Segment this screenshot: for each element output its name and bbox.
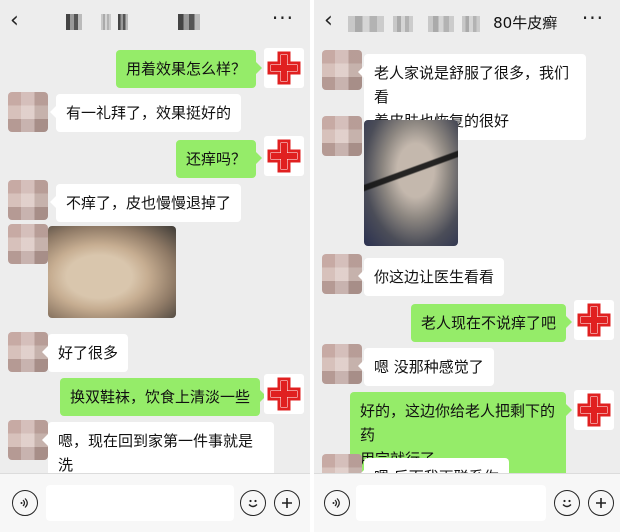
contact-avatar[interactable] bbox=[322, 254, 362, 294]
contact-avatar[interactable] bbox=[322, 50, 362, 90]
incoming-message[interactable]: 你这边让医生看看 bbox=[357, 258, 505, 296]
red-cross-avatar-icon[interactable] bbox=[574, 390, 614, 430]
contact-avatar[interactable] bbox=[322, 344, 362, 384]
message-line: 好的，这边你给老人把剩下的药 bbox=[360, 402, 556, 444]
red-cross-avatar-icon[interactable] bbox=[264, 374, 304, 414]
contact-avatar[interactable] bbox=[322, 116, 362, 156]
voice-icon[interactable] bbox=[324, 490, 350, 516]
back-chevron-icon[interactable]: ‹ bbox=[324, 8, 333, 33]
chat-title-text: 80牛皮癣 bbox=[493, 14, 558, 32]
outgoing-message[interactable]: 老人现在不说痒了吧 bbox=[410, 304, 573, 342]
chat-header: ‹ ··· bbox=[0, 0, 310, 44]
chat-title-redacted bbox=[66, 12, 201, 30]
incoming-message[interactable]: 嗯 没那种感觉了 bbox=[358, 348, 494, 386]
incoming-message[interactable]: 不痒了，皮也慢慢退掉了 bbox=[49, 184, 242, 222]
red-cross-avatar-icon[interactable] bbox=[574, 300, 614, 340]
contact-avatar[interactable] bbox=[8, 180, 48, 220]
message-input[interactable] bbox=[46, 485, 234, 521]
back-chevron-icon[interactable]: ‹ bbox=[10, 8, 19, 33]
more-options-icon[interactable]: ··· bbox=[582, 6, 604, 30]
outgoing-message[interactable]: 还痒吗？ bbox=[175, 140, 263, 178]
plus-icon[interactable] bbox=[588, 490, 614, 516]
emoji-icon[interactable] bbox=[554, 490, 580, 516]
outgoing-message[interactable]: 用着效果怎么样？ bbox=[115, 50, 263, 88]
incoming-message[interactable]: 好了很多 bbox=[41, 334, 129, 372]
message-line: 嗯，现在回到家第一件事就是洗 bbox=[58, 432, 254, 474]
emoji-icon[interactable] bbox=[240, 490, 266, 516]
skin-photo-image[interactable] bbox=[48, 226, 176, 318]
message-input[interactable] bbox=[356, 485, 546, 521]
incoming-message[interactable]: 有一礼拜了，效果挺好的 bbox=[49, 94, 242, 132]
contact-avatar[interactable] bbox=[8, 224, 48, 264]
input-bar bbox=[314, 473, 620, 532]
chat-header: ‹ 80牛皮癣 ··· bbox=[314, 0, 620, 44]
right-chat-pane: ‹ 80牛皮癣 ··· 老人家说是舒服了很多，我们看 着皮肤也恢复的很好 你这边… bbox=[314, 0, 620, 532]
red-cross-avatar-icon[interactable] bbox=[264, 136, 304, 176]
plus-icon[interactable] bbox=[274, 490, 300, 516]
message-line: 老人家说是舒服了很多，我们看 bbox=[374, 64, 570, 106]
contact-avatar[interactable] bbox=[8, 92, 48, 132]
chat-title: 80牛皮癣 bbox=[348, 12, 557, 33]
input-bar bbox=[0, 473, 310, 532]
left-chat-pane: ‹ ··· 用着效果怎么样？ 有一礼拜了，效果挺好的 还痒吗？ 不痒了，皮也慢慢… bbox=[0, 0, 310, 532]
outgoing-message[interactable]: 换双鞋袜，饮食上清淡一些 bbox=[59, 378, 267, 416]
neck-photo-image[interactable] bbox=[364, 120, 458, 246]
red-cross-avatar-icon[interactable] bbox=[264, 48, 304, 88]
voice-icon[interactable] bbox=[12, 490, 38, 516]
more-options-icon[interactable]: ··· bbox=[272, 6, 294, 30]
